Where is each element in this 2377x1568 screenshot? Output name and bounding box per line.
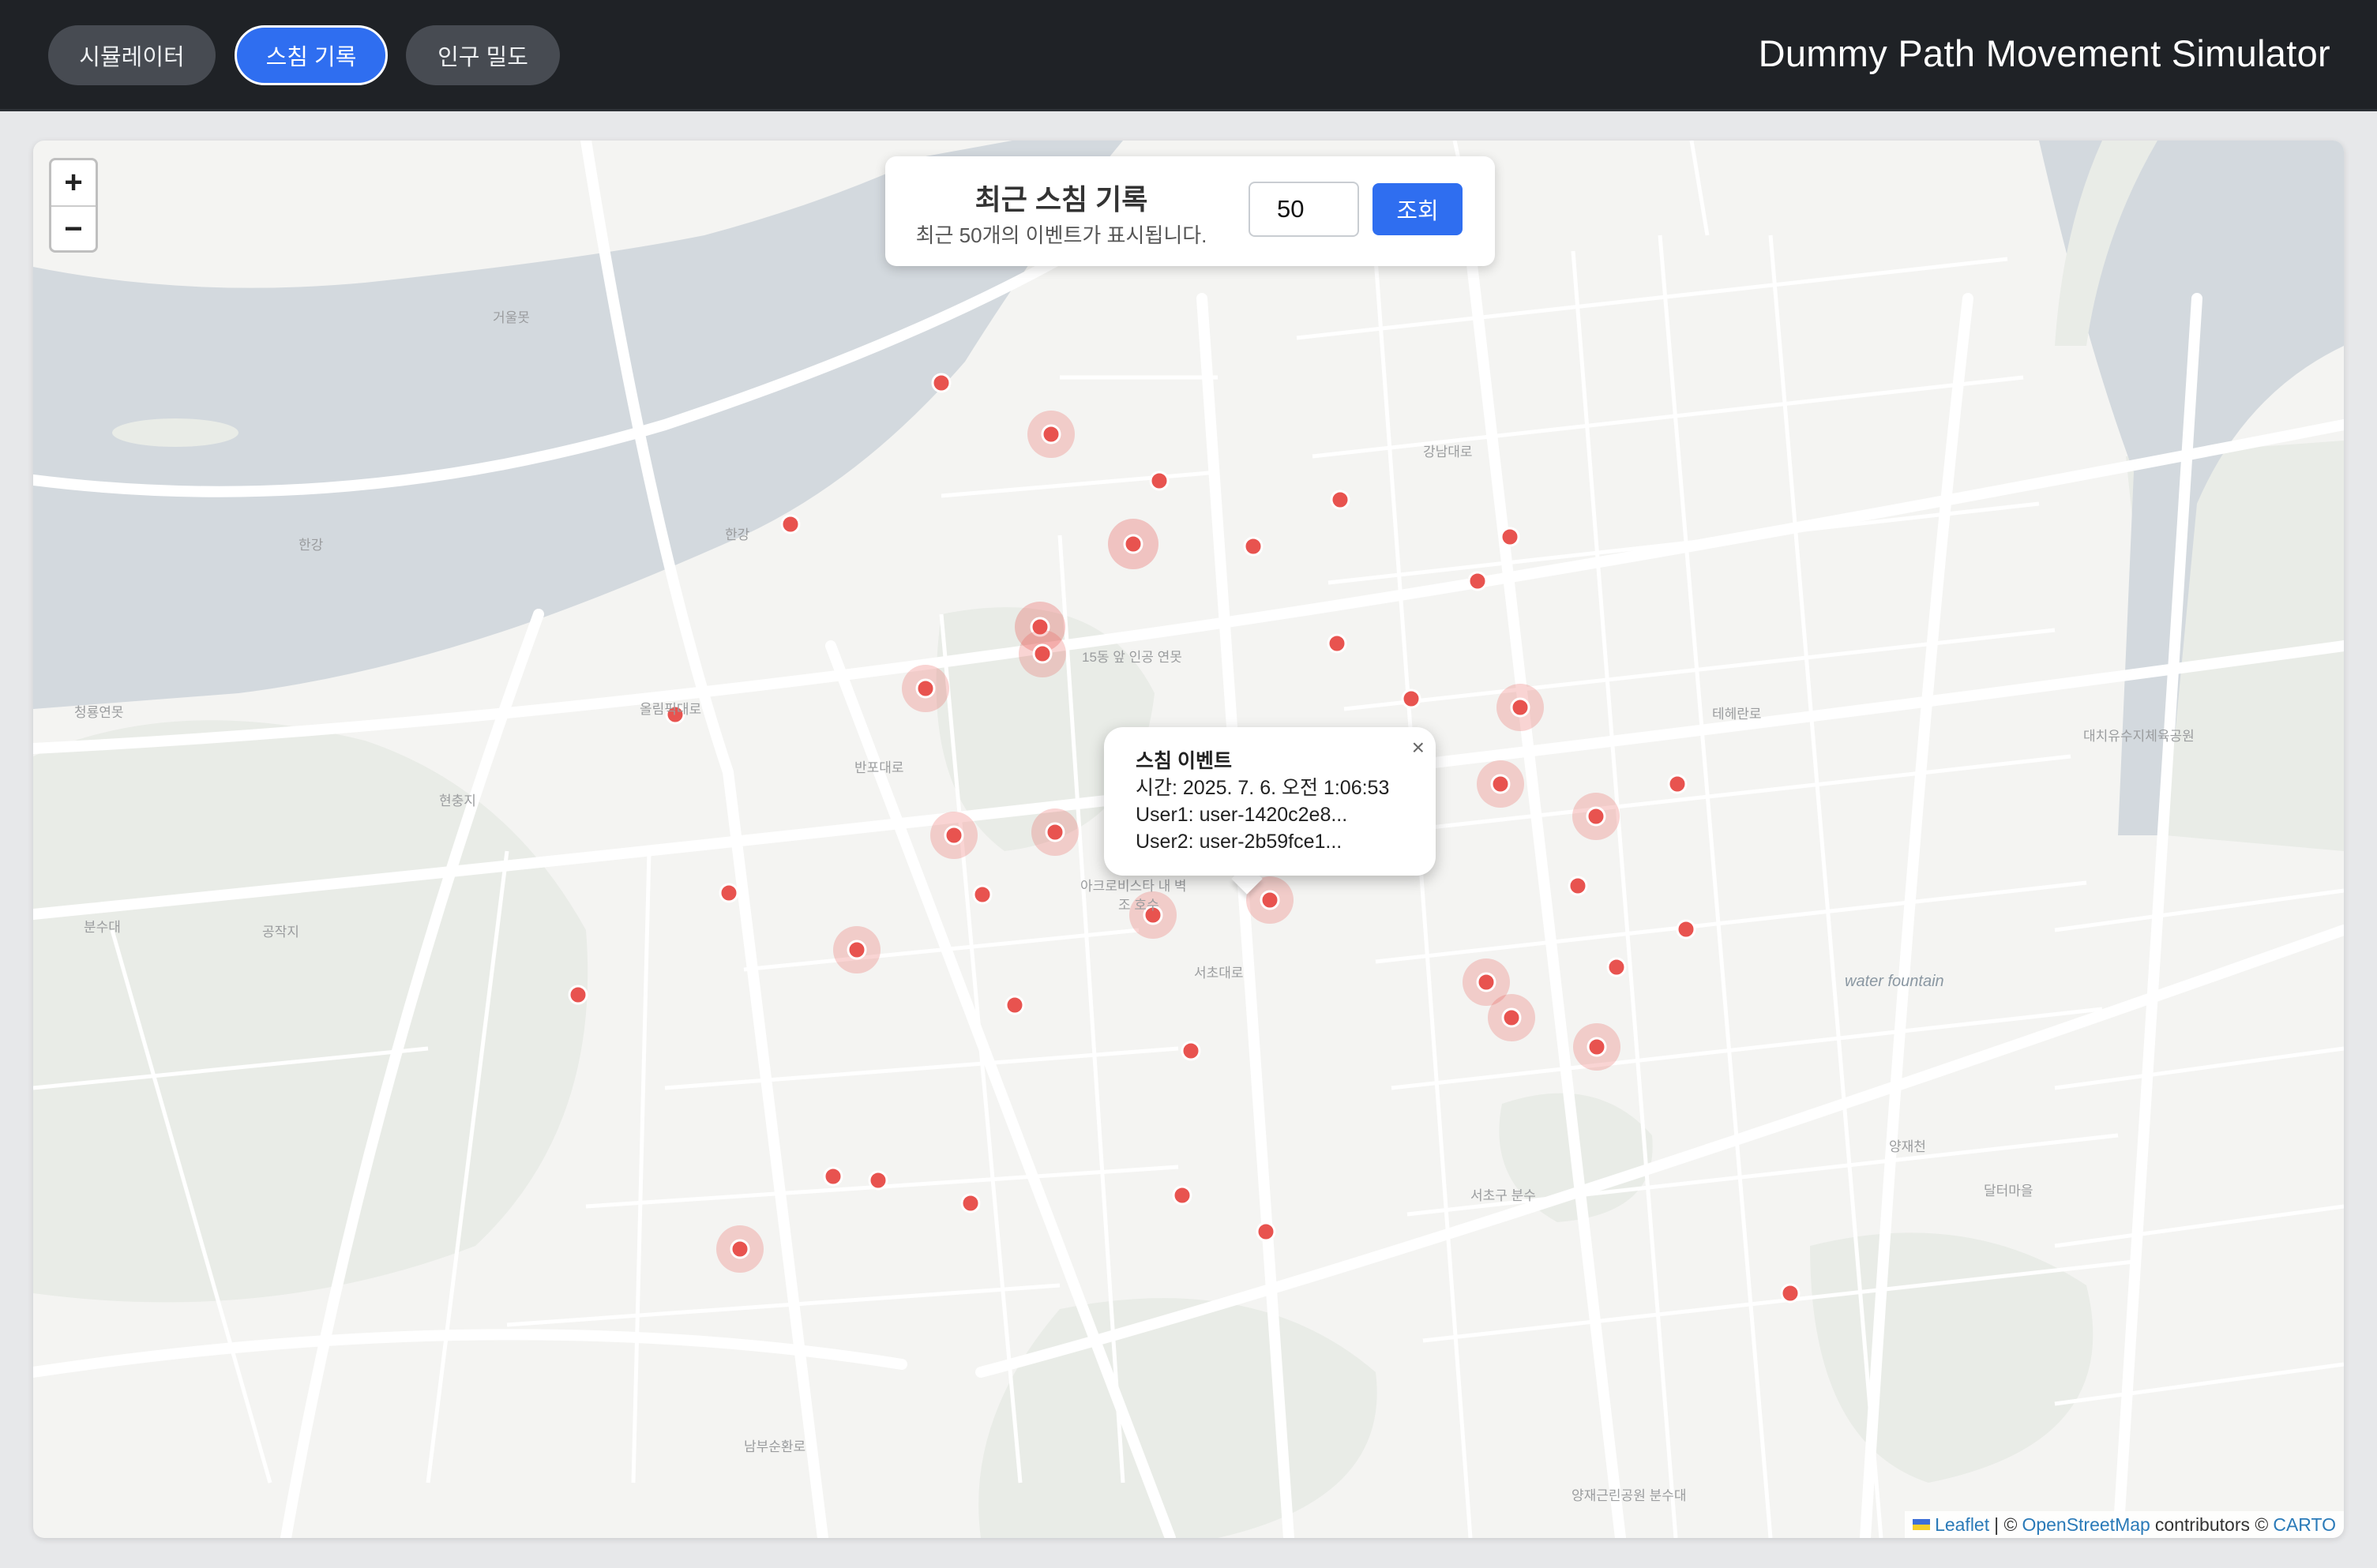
app-title: Dummy Path Movement Simulator	[1758, 32, 2330, 74]
attribution-separator: | ©	[1994, 1514, 2018, 1535]
map-label: 양재근린공원 분수대	[1572, 1488, 1687, 1503]
map-label: 테헤란로	[1712, 707, 1762, 722]
map-label: 조 호수	[1118, 898, 1159, 913]
map-label: 올림픽대로	[640, 702, 702, 717]
panel-title: 최근 스침 기록	[974, 183, 1148, 216]
swim-marker[interactable]	[1488, 994, 1535, 1041]
leaflet-link[interactable]: Leaflet	[1935, 1514, 1989, 1536]
osm-link[interactable]: OpenStreetMap	[2022, 1514, 2150, 1536]
swim-marker[interactable]	[1108, 519, 1158, 569]
attribution-text: contributors ©	[2154, 1514, 2269, 1535]
map-label: 양재천	[1889, 1139, 1926, 1154]
swim-event-popup: × 스침 이벤트 시간: 2025. 7. 6. 오전 1:06:53 User…	[1104, 727, 1436, 876]
popup-title: 스침 이벤트	[1136, 750, 1232, 772]
map-label: water fountain	[1845, 973, 1944, 990]
map-label: 반포대로	[854, 760, 904, 775]
swim-marker[interactable]	[1031, 808, 1079, 856]
map[interactable]: 거울못 한강 한강 청룡연못 현충지 공작지 분수대 15동 앞 인공 연못 아…	[33, 141, 2344, 1538]
map-label: 공작지	[262, 925, 299, 940]
query-button[interactable]: 조회	[1373, 183, 1463, 235]
panel-subtitle: 최근 50개의 이벤트가 표시됩니다.	[915, 223, 1207, 247]
tab-population-density[interactable]: 인구 밀도	[406, 25, 560, 85]
swim-marker[interactable]	[1019, 630, 1066, 677]
map-label: 아크로비스타 내 벽	[1080, 879, 1187, 894]
swim-marker[interactable]	[833, 926, 881, 973]
map-label: 서초대로	[1194, 966, 1244, 981]
zoom-out-button[interactable]: −	[51, 207, 96, 250]
swim-records-panel: 최근 스침 기록 최근 50개의 이벤트가 표시됩니다. 조회	[885, 156, 1495, 266]
ukraine-flag-icon	[1913, 1519, 1931, 1530]
swim-marker[interactable]	[1477, 760, 1524, 808]
event-count-input[interactable]	[1249, 182, 1359, 237]
swim-marker[interactable]	[1027, 411, 1075, 458]
map-label: 달터마을	[1984, 1184, 2033, 1199]
top-navbar: 시뮬레이터 스침 기록 인구 밀도 Dummy Path Movement Si…	[0, 0, 2377, 111]
zoom-control: + −	[49, 158, 98, 253]
popup-user1: User1: user-1420c2e8...	[1136, 804, 1348, 826]
map-label: 한강	[299, 538, 324, 553]
swim-marker[interactable]	[1496, 684, 1544, 731]
close-icon[interactable]: ×	[1412, 735, 1425, 760]
tab-simulator[interactable]: 시뮬레이터	[48, 25, 216, 85]
carto-link[interactable]: CARTO	[2273, 1514, 2336, 1536]
popup-time: 시간: 2025. 7. 6. 오전 1:06:53	[1136, 777, 1390, 799]
map-label: 거울못	[493, 310, 530, 325]
map-label: 대치유수지체육공원	[2083, 729, 2195, 744]
map-label: 서초구 분수	[1470, 1188, 1536, 1203]
swim-marker[interactable]	[716, 1225, 764, 1273]
map-label: 한강	[725, 527, 750, 542]
map-label: 청룡연못	[74, 705, 124, 720]
swim-marker[interactable]	[1572, 793, 1620, 840]
tab-swim-records[interactable]: 스침 기록	[235, 25, 388, 85]
map-label: 분수대	[84, 920, 121, 935]
swim-marker[interactable]	[902, 665, 949, 712]
swim-marker[interactable]	[1573, 1023, 1620, 1071]
zoom-in-button[interactable]: +	[51, 160, 96, 207]
swim-marker[interactable]	[930, 812, 978, 859]
map-attribution: Leaflet | © OpenStreetMap contributors ©…	[1905, 1511, 2344, 1538]
map-label: 남부순환로	[744, 1439, 806, 1454]
popup-user2: User2: user-2b59fce1...	[1136, 831, 1342, 853]
map-label: 현충지	[439, 793, 476, 808]
map-label: 15동 앞 인공 연못	[1082, 650, 1182, 665]
map-label: 강남대로	[1423, 445, 1473, 460]
